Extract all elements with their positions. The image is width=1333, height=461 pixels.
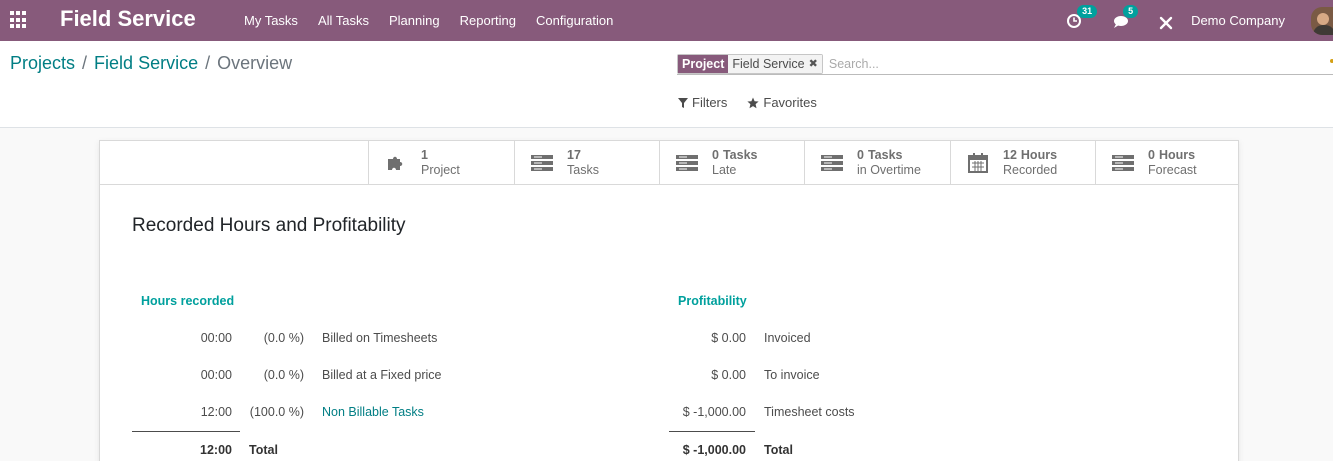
systray: 31 5 Demo Company	[1067, 0, 1333, 41]
search-bar: Project Field Service ✖	[677, 53, 1333, 75]
tasks-icon	[676, 152, 698, 174]
tasks-icon	[821, 152, 843, 174]
report-title: Recorded Hours and Profitability	[132, 215, 406, 236]
profit-value: $ -1,000.00	[682, 405, 746, 419]
hours-label: Billed on Timesheets	[322, 331, 438, 345]
menu-item-planning[interactable]: Planning	[379, 13, 450, 28]
stat-late-sublabel: Late	[712, 163, 737, 177]
menu-item-all-tasks[interactable]: All Tasks	[308, 13, 379, 28]
profit-total-divider	[669, 431, 755, 432]
stat-button-tasks[interactable]: 17 Tasks	[514, 141, 660, 185]
filters-button[interactable]: Filters	[678, 95, 727, 110]
breadcrumb-current: Overview	[217, 53, 293, 73]
facet-label: Project	[678, 54, 729, 73]
stat-forecast-sublabel: Forecast	[1148, 163, 1197, 177]
stat-forecast-count: 0	[1148, 148, 1155, 162]
stat-overtime-label: Tasks	[867, 148, 903, 162]
stat-button-project[interactable]: 1 Project	[368, 141, 514, 185]
profit-value: $ 0.00	[711, 331, 746, 345]
profit-row: $ -1,000.00 Timesheet costs	[660, 405, 1160, 423]
filter-icon	[678, 97, 688, 108]
star-icon	[747, 97, 759, 108]
messages-icon[interactable]: 5	[1113, 4, 1139, 31]
filters-label: Filters	[692, 95, 728, 110]
stat-late-label: Tasks	[722, 148, 758, 162]
hours-row: 00:00 (0.0 %) Billed at a Fixed price	[100, 368, 660, 386]
hours-percent: (0.0 %)	[263, 368, 304, 382]
hours-value: 12:00	[200, 405, 232, 419]
profitability-heading: Profitability	[678, 294, 747, 308]
search-input[interactable]	[828, 56, 1309, 71]
activity-count-badge: 31	[1077, 4, 1098, 18]
menu-item-my-tasks[interactable]: My Tasks	[234, 13, 308, 28]
stat-hours-recorded-sublabel: Recorded	[1003, 163, 1058, 177]
breadcrumb-separator: /	[205, 53, 211, 73]
stat-overtime-sublabel: in Overtime	[857, 163, 921, 177]
stat-forecast-label: Hours	[1158, 148, 1196, 162]
hours-percent: (0.0 %)	[263, 331, 304, 345]
main-menu: My Tasks All Tasks Planning Reporting Co…	[234, 0, 623, 41]
hours-row: 12:00 (100.0 %) Non Billable Tasks	[100, 405, 660, 423]
stat-tasks-count: 17	[567, 148, 581, 162]
stat-project-count: 1	[421, 148, 428, 162]
favorites-button[interactable]: Favorites	[747, 95, 817, 110]
non-billable-tasks-link[interactable]: Non Billable Tasks	[322, 405, 424, 419]
tasks-icon	[531, 152, 553, 174]
menu-item-configuration[interactable]: Configuration	[526, 13, 623, 28]
profit-row: $ 0.00 Invoiced	[660, 331, 1160, 349]
stat-hours-recorded-label: Hours	[1020, 148, 1058, 162]
hours-total-row: 12:00 Total	[100, 443, 660, 461]
project-overview-sheet: 1 Project 17 Tasks 0 Tasks Late 0 Tasks in Ove…	[99, 140, 1239, 461]
hours-value: 00:00	[200, 331, 232, 345]
stat-button-tasks-late[interactable]: 0 Tasks Late	[659, 141, 805, 185]
hours-total-divider	[132, 431, 240, 432]
favorites-label: Favorites	[763, 95, 817, 110]
facet-value: Field Service	[728, 54, 809, 73]
stat-project-label: Project	[421, 163, 460, 177]
calendar-icon	[967, 152, 989, 174]
company-switcher[interactable]: Demo Company	[1191, 13, 1285, 28]
search-facet[interactable]: Project Field Service ✖	[677, 53, 823, 74]
profit-label: Timesheet costs	[764, 405, 855, 419]
stat-button-hours-recorded[interactable]: 12 Hours Recorded	[950, 141, 1096, 185]
app-menu-icon[interactable]	[10, 11, 28, 29]
stat-buttons-bar: 1 Project 17 Tasks 0 Tasks Late 0 Tasks in Ove…	[100, 141, 1238, 185]
stat-button-hours-forecast[interactable]: 0 Hours Forecast	[1095, 141, 1238, 185]
hours-recorded-heading: Hours recorded	[141, 294, 235, 308]
stat-tasks-label: Tasks	[567, 163, 599, 177]
breadcrumb-separator: /	[82, 53, 88, 73]
hours-row: 00:00 (0.0 %) Billed on Timesheets	[100, 331, 660, 349]
menu-item-reporting[interactable]: Reporting	[450, 13, 526, 28]
puzzle-icon	[385, 152, 407, 174]
profit-label: To invoice	[764, 368, 820, 382]
profit-value: $ 0.00	[711, 368, 746, 382]
messages-count-badge: 5	[1123, 4, 1139, 18]
hours-total-value: 12:00	[200, 443, 232, 457]
breadcrumb-projects[interactable]: Projects	[10, 53, 75, 74]
hours-total-label: Total	[249, 443, 278, 457]
stat-late-count: 0	[712, 148, 719, 162]
search-panel-buttons: Filters Favorites	[678, 95, 837, 110]
stat-overtime-count: 0	[857, 148, 864, 162]
user-avatar[interactable]	[1311, 6, 1333, 35]
breadcrumb-field-service[interactable]: Field Service	[94, 53, 198, 74]
tasks-icon	[1112, 152, 1134, 174]
facet-remove-icon[interactable]: ✖	[808, 54, 822, 73]
stat-hours-recorded-count: 12	[1003, 148, 1017, 162]
app-brand[interactable]: Field Service	[60, 6, 196, 32]
top-navbar: Field Service My Tasks All Tasks Plannin…	[0, 0, 1333, 41]
stat-button-tasks-overtime[interactable]: 0 Tasks in Overtime	[804, 141, 950, 185]
profit-row: $ 0.00 To invoice	[660, 368, 1160, 386]
activity-clock-icon[interactable]: 31	[1067, 4, 1098, 31]
profit-total-row: $ -1,000.00 Total	[660, 443, 1160, 461]
debug-tools-icon[interactable]	[1159, 11, 1175, 31]
hours-value: 00:00	[200, 368, 232, 382]
breadcrumb: Projects / Field Service / Overview	[10, 53, 292, 74]
profit-total-label: Total	[764, 443, 793, 457]
hours-percent: (100.0 %)	[249, 405, 304, 419]
profit-total-value: $ -1,000.00	[682, 443, 746, 457]
hours-label: Billed at a Fixed price	[322, 368, 442, 382]
profit-label: Invoiced	[764, 331, 811, 345]
